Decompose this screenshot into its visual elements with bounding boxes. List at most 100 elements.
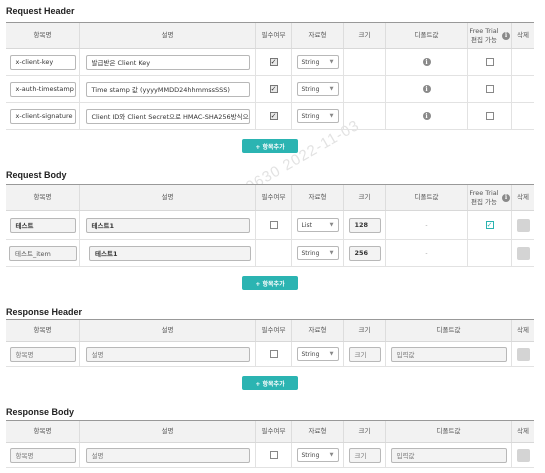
table-row: x-auth-timestamp Time stamp 값 (yyyyMMDD2…	[6, 76, 534, 103]
col-required: 필수여부	[256, 23, 292, 48]
chevron-down-icon: ▼	[329, 59, 334, 65]
col-type: 자료형	[292, 320, 344, 341]
col-desc: 설명	[80, 23, 256, 48]
desc-input[interactable]: 설명	[85, 346, 250, 362]
size-cell	[344, 76, 386, 102]
response-body-table: 항목명 설명 필수여부 자료형 크기 디폴트값 삭제 항목명 설명 String…	[6, 420, 534, 468]
info-icon[interactable]: i	[422, 112, 431, 120]
col-free-trial-label: Free Trial 편집 가능	[469, 189, 499, 206]
col-name: 항목명	[6, 185, 80, 210]
required-checkbox[interactable]	[269, 451, 278, 459]
col-type: 자료형	[292, 421, 344, 442]
type-value: String	[301, 85, 320, 93]
col-desc: 설명	[80, 320, 256, 341]
delete-cell	[512, 49, 534, 75]
name-input[interactable]: 항목명	[9, 447, 76, 463]
default-input[interactable]: 입력값	[390, 346, 507, 362]
name-input[interactable]: 항목명	[9, 346, 76, 362]
col-type: 자료형	[292, 23, 344, 48]
type-select[interactable]: String ▼	[296, 448, 339, 462]
col-size: 크기	[344, 23, 386, 48]
type-select[interactable]: List ▼	[296, 218, 339, 232]
table-row: 테스트 테스트1 List ▼ 128 - ✓	[6, 211, 534, 240]
desc-input[interactable]: 테스트1	[89, 245, 251, 261]
info-icon[interactable]: i	[422, 58, 431, 66]
size-cell	[344, 103, 386, 129]
delete-button[interactable]	[516, 448, 530, 462]
col-size: 크기	[344, 320, 386, 341]
desc-input[interactable]: 테스트1	[85, 217, 250, 233]
type-value: String	[301, 58, 320, 66]
desc-input[interactable]: 발급받은 Client Key	[85, 54, 250, 70]
desc-input[interactable]: 설명	[85, 447, 250, 463]
type-select[interactable]: String ▼	[296, 82, 339, 96]
size-input[interactable]: 크기	[348, 346, 381, 362]
col-free-trial: Free Trial 편집 가능 i	[468, 185, 512, 210]
delete-cell	[512, 76, 534, 102]
required-checkbox[interactable]	[269, 221, 278, 229]
col-default: 디폴트값	[386, 185, 468, 210]
col-required: 필수여부	[256, 421, 292, 442]
name-input[interactable]: x-client-signature	[9, 108, 76, 124]
desc-input[interactable]: Time stamp 값 (yyyyMMDD24hhmmssSSS)	[85, 81, 250, 97]
chevron-down-icon: ▼	[329, 222, 334, 228]
col-free-trial-label: Free Trial 편집 가능	[469, 27, 499, 44]
chevron-down-icon: ▼	[329, 452, 334, 458]
default-value: -	[425, 249, 428, 257]
col-desc: 설명	[80, 185, 256, 210]
col-free-trial: Free Trial 편집 가능 i	[468, 23, 512, 48]
delete-cell	[512, 103, 534, 129]
name-input[interactable]: x-client-key	[9, 54, 76, 70]
desc-input[interactable]: Client ID와 Client Secret으로 HMAC-SHA256방식…	[85, 108, 250, 124]
response-body-title: Response Body	[6, 407, 75, 417]
table-row: x-client-key 발급받은 Client Key ✓ String ▼ i	[6, 49, 534, 76]
size-input[interactable]: 크기	[348, 447, 381, 463]
name-input[interactable]: x-auth-timestamp	[9, 81, 76, 97]
col-delete: 삭제	[517, 193, 529, 202]
type-select[interactable]: String ▼	[296, 246, 339, 260]
col-size: 크기	[344, 421, 386, 442]
chevron-down-icon: ▼	[329, 86, 334, 92]
free-trial-checkbox[interactable]	[485, 58, 494, 66]
table-row: 항목명 설명 String ▼ 크기 입력값	[6, 443, 534, 468]
table-row: 테스트_item 테스트1 String ▼ 256 -	[6, 240, 534, 267]
free-trial-checkbox[interactable]: ✓	[485, 221, 494, 229]
type-select[interactable]: String ▼	[296, 109, 339, 123]
default-input[interactable]: 입력값	[390, 447, 507, 463]
table-header: 항목명 설명 필수여부 자료형 크기 디폴트값 삭제	[6, 320, 534, 342]
delete-button[interactable]	[516, 347, 530, 361]
info-icon[interactable]: i	[502, 31, 510, 40]
free-trial-checkbox[interactable]	[485, 85, 494, 93]
type-value: String	[301, 112, 320, 120]
request-body-table: 항목명 설명 필수여부 자료형 크기 디폴트값 Free Trial 편집 가능…	[6, 184, 534, 267]
required-checkbox[interactable]	[269, 350, 278, 358]
free-trial-checkbox[interactable]	[485, 112, 494, 120]
col-size: 크기	[344, 185, 386, 210]
type-select[interactable]: String ▼	[296, 347, 339, 361]
add-item-button[interactable]: + 항목추가	[242, 139, 298, 153]
add-item-button[interactable]: + 항목추가	[242, 276, 298, 290]
size-input[interactable]: 256	[348, 245, 381, 261]
type-value: String	[301, 249, 320, 257]
col-type: 자료형	[292, 185, 344, 210]
info-icon[interactable]: i	[502, 193, 510, 202]
add-item-button[interactable]: + 항목추가	[242, 376, 298, 390]
required-checkbox[interactable]: ✓	[269, 112, 278, 120]
table-row: 항목명 설명 String ▼ 크기 입력값	[6, 342, 534, 367]
info-icon[interactable]: i	[422, 85, 431, 93]
required-checkbox[interactable]: ✓	[269, 58, 278, 66]
type-select[interactable]: String ▼	[296, 55, 339, 69]
col-default: 디폴트값	[386, 23, 468, 48]
name-input[interactable]: 테스트_item	[9, 245, 77, 261]
delete-button[interactable]	[516, 218, 530, 232]
col-desc: 설명	[80, 421, 256, 442]
request-header-table: 항목명 설명 필수여부 자료형 크기 디폴트값 Free Trial 편집 가능…	[6, 22, 534, 130]
type-value: String	[301, 451, 320, 459]
default-value: -	[425, 221, 428, 229]
delete-button[interactable]	[516, 246, 530, 260]
size-input[interactable]: 128	[348, 217, 381, 233]
name-input[interactable]: 테스트	[9, 217, 76, 233]
required-checkbox[interactable]: ✓	[269, 85, 278, 93]
table-row: x-client-signature Client ID와 Client Sec…	[6, 103, 534, 130]
chevron-down-icon: ▼	[329, 250, 334, 256]
